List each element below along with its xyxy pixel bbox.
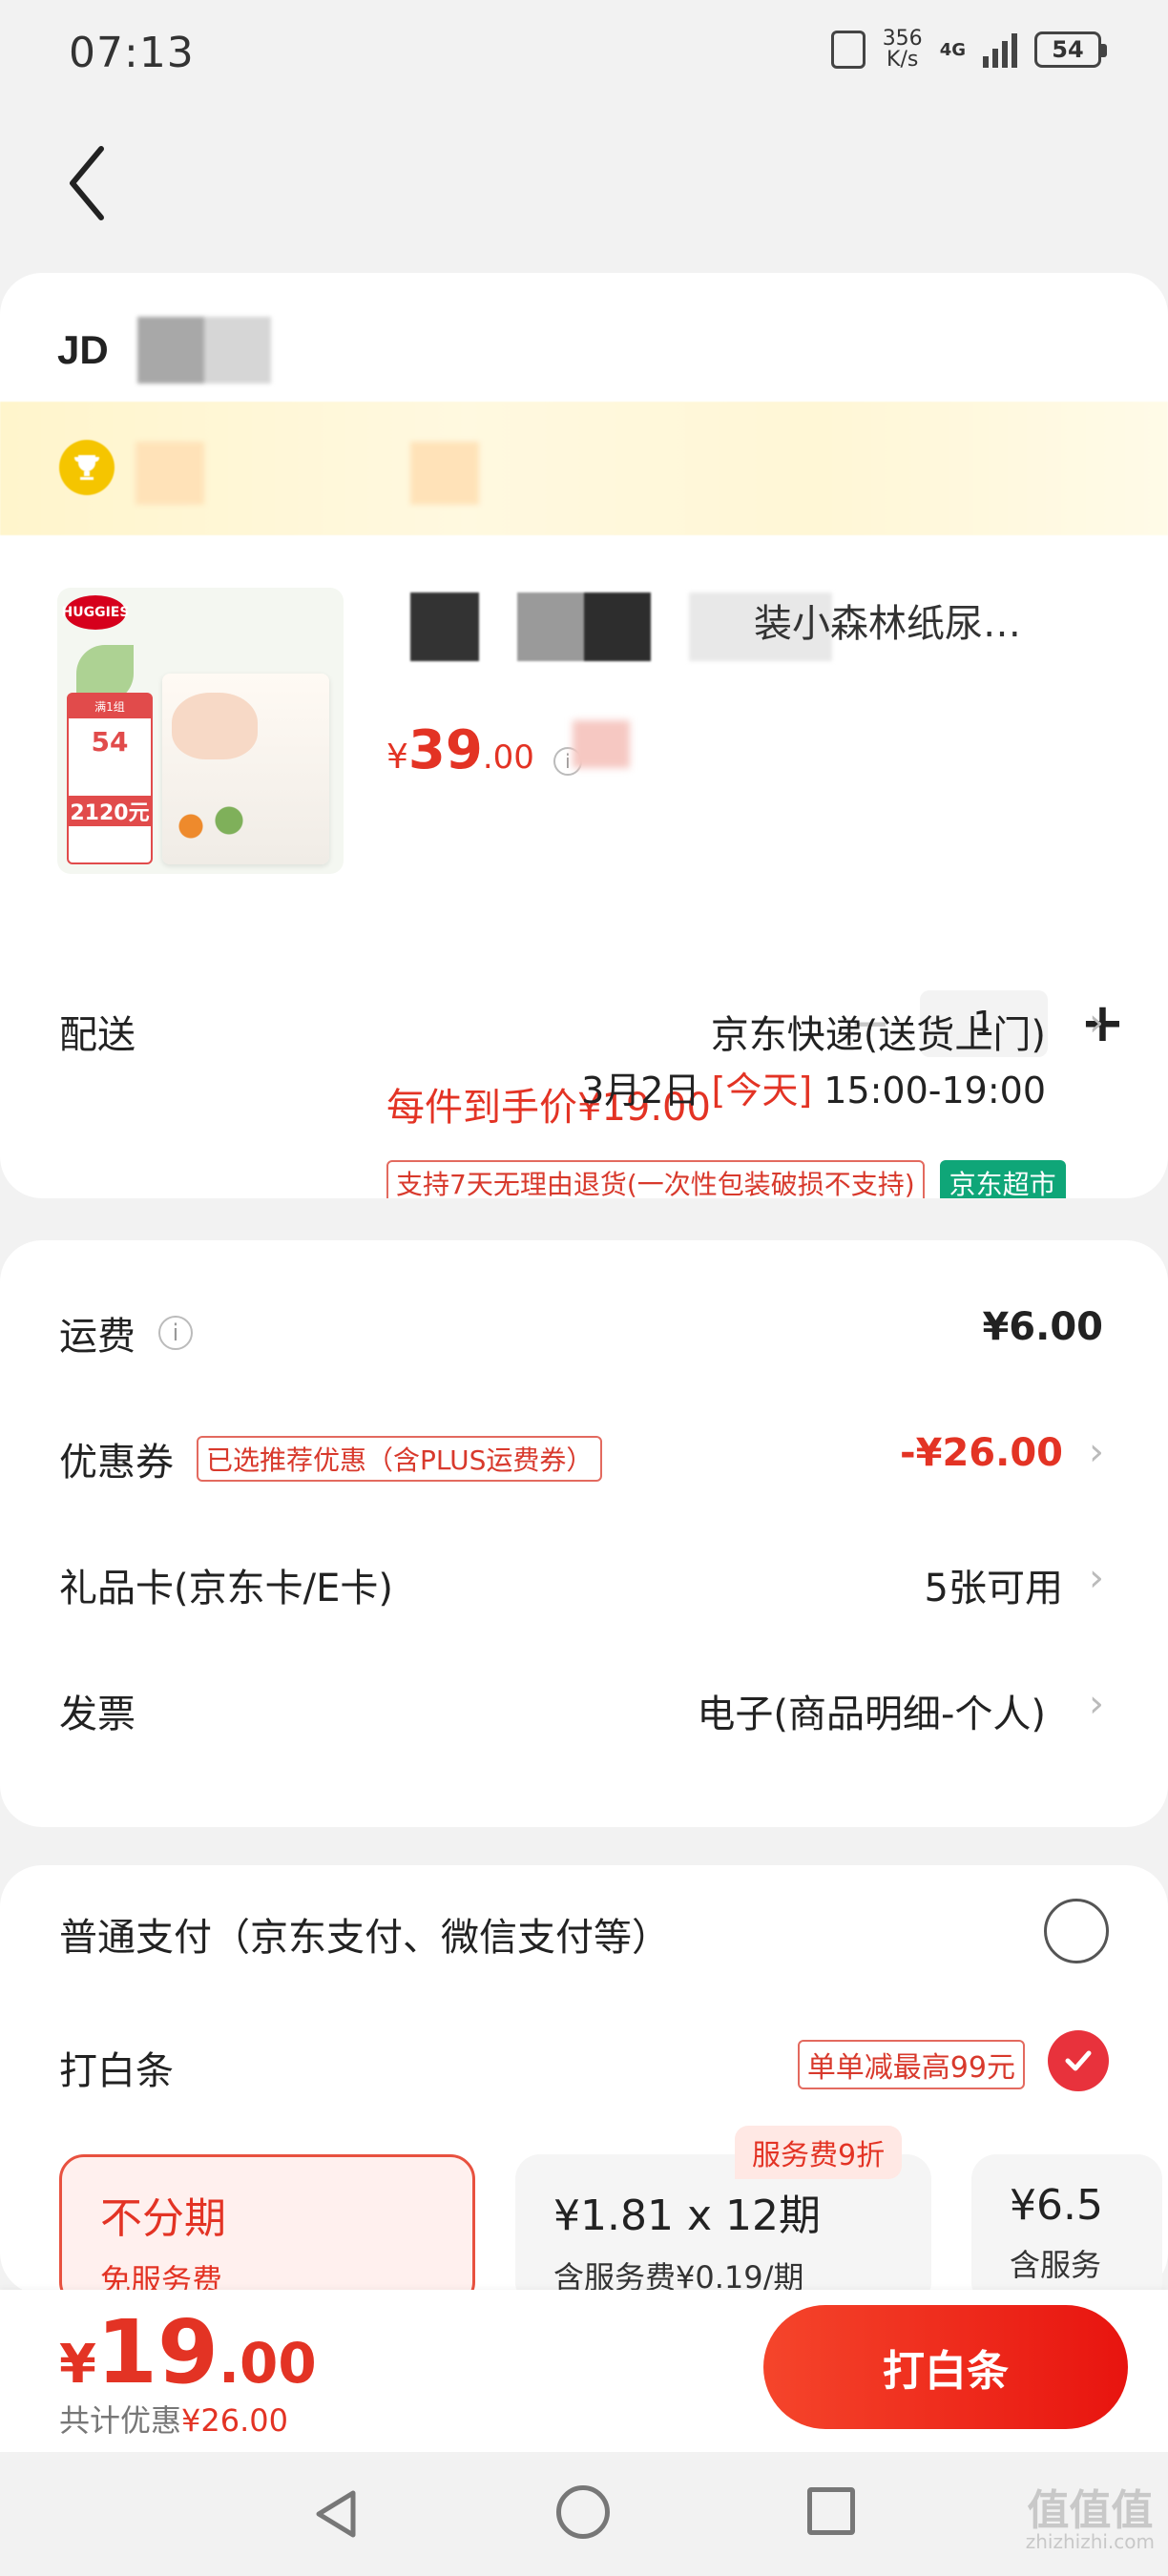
shipping-value: ¥6.00 (982, 1305, 1103, 1349)
watermark-logo: 值值值 (1027, 2486, 1154, 2535)
invoice-row[interactable]: 发票 电子(商品明细-个人) › (0, 1647, 1168, 1761)
product-title[interactable]: 装小森林纸尿… (754, 592, 1116, 648)
nav-header (0, 114, 1168, 253)
checkout-bar: ¥ 19 .00 共计优惠¥26.00 打白条 (0, 2290, 1168, 2452)
return-policy-tag: 支持7天无理由退货(一次性包装破损不支持) (386, 1160, 925, 1198)
network-type: 4G (939, 39, 966, 60)
coupon-label-group: 优惠券 已选推荐优惠（含PLUS运费券） (59, 1431, 603, 1486)
system-nav-bar (0, 2452, 1168, 2576)
promo-card-graphic: 满1组 54 2120元 (67, 693, 153, 864)
plan-more-installments[interactable]: ¥6.5 含服务 (971, 2154, 1162, 2307)
product-tags: 支持7天无理由退货(一次性包装破损不支持) 京东超市 (386, 1160, 1066, 1198)
store-logo: JD (57, 327, 109, 372)
plan-title: 不分期 (100, 2194, 226, 2243)
price-redacted (572, 720, 630, 768)
battery-icon: 54 (1034, 31, 1107, 68)
promo-text-redacted-2 (410, 442, 479, 505)
promo-banner[interactable] (0, 402, 1168, 535)
price-currency: ¥ (386, 737, 408, 777)
status-time: 07:13 (69, 29, 195, 77)
promo-text-redacted (136, 442, 204, 505)
coupon-tag: 已选推荐优惠（含PLUS运费券） (197, 1436, 603, 1482)
status-icons: 356 K/s 4G 54 (830, 29, 1107, 71)
jd-supermarket-tag: 京东超市 (939, 1160, 1066, 1198)
giftcard-label: 礼品卡(京东卡/E卡) (59, 1567, 393, 1610)
cost-summary-card: 运费 i ¥6.00 优惠券 已选推荐优惠（含PLUS运费券） -¥26.00 … (0, 1240, 1168, 1827)
baitiao-label[interactable]: 打白条 (59, 2040, 174, 2095)
back-arrow-icon[interactable] (59, 135, 116, 231)
system-home-icon[interactable] (556, 2485, 610, 2539)
chevron-right-icon: › (1089, 1682, 1104, 1726)
network-speed: 356 K/s (883, 29, 923, 71)
product-image[interactable]: HUGGIES 满1组 54 2120元 (57, 588, 344, 874)
coupon-label: 优惠券 (59, 1441, 174, 1485)
delivery-label: 配送 (59, 1013, 136, 1057)
savings-amount: ¥26.00 (181, 2402, 288, 2439)
plan-title: ¥6.5 (1010, 2181, 1103, 2230)
battery-level: 54 (1052, 36, 1084, 63)
system-back-icon[interactable] (307, 2485, 365, 2543)
product-price: ¥ 39 .00 i (386, 719, 630, 781)
watermark-url: zhizhizhi.com (1025, 2530, 1155, 2553)
total-savings: 共计优惠¥26.00 (59, 2397, 288, 2441)
chevron-right-icon: › (1089, 1001, 1104, 1045)
total-price: ¥ 19 .00 (59, 2301, 317, 2403)
shipping-fee-row: 运费 i ¥6.00 (0, 1269, 1168, 1383)
system-recents-icon[interactable] (807, 2487, 855, 2535)
order-item-card: JD HUGGIES 满1组 54 2120元 装小森林纸尿… ¥ 39 .00… (0, 273, 1168, 1198)
shipping-label-group: 运费 i (59, 1305, 193, 1361)
signal-icon (983, 31, 1017, 68)
total-integer: 19 (95, 2301, 219, 2403)
site-watermark: 值值值 zhizhizhi.com (1025, 2486, 1155, 2553)
normal-payment-radio[interactable] (1044, 1899, 1109, 1963)
delivery-today: [今天] (711, 1070, 813, 1111)
status-bar: 07:13 356 K/s 4G 54 (0, 0, 1168, 114)
price-decimal: .00 (482, 738, 534, 777)
flower-graphic (162, 798, 258, 855)
trophy-icon (59, 440, 115, 495)
total-currency: ¥ (59, 2334, 96, 2396)
net-speed-value: 356 (882, 27, 923, 51)
plan-no-installment[interactable]: 不分期 免服务费 (59, 2154, 475, 2307)
store-header[interactable]: JD (57, 317, 271, 384)
delivery-time-range: 15:00-19:00 (824, 1070, 1046, 1111)
baitiao-selected-check-icon[interactable] (1048, 2030, 1109, 2091)
baitiao-discount-tag: 单单减最高99元 (797, 2040, 1025, 2089)
service-fee-badge: 服务费9折 (735, 2126, 903, 2179)
baby-graphic (172, 693, 258, 759)
brand-logo: HUGGIES (62, 595, 129, 630)
vibrate-icon (830, 31, 866, 69)
savings-label: 共计优惠 (59, 2402, 182, 2439)
shipping-info-icon[interactable]: i (158, 1316, 193, 1350)
giftcard-row[interactable]: 礼品卡(京东卡/E卡) 5张可用 › (0, 1521, 1168, 1635)
coupon-row[interactable]: 优惠券 已选推荐优惠（含PLUS运费券） -¥26.00 › (0, 1395, 1168, 1509)
giftcard-value: 5张可用 (924, 1567, 1063, 1610)
delivery-method: 京东快递(送货上门) (710, 1013, 1046, 1057)
delivery-time: 3月2日 [今天] 15:00-19:00 (581, 1061, 1046, 1113)
invoice-value: 电子(商品明细-个人) (697, 1693, 1046, 1736)
coupon-value: -¥26.00 (900, 1431, 1063, 1475)
plan-title: ¥1.81 x 12期 (553, 2192, 821, 2240)
shipping-label: 运费 (59, 1315, 136, 1359)
invoice-label: 发票 (59, 1693, 136, 1736)
chevron-right-icon: › (1089, 1430, 1104, 1474)
store-name-redacted (136, 317, 271, 384)
chevron-right-icon: › (1089, 1556, 1104, 1600)
price-integer: 39 (407, 719, 483, 781)
promo-card-number: 54 (91, 726, 129, 758)
total-decimal: .00 (219, 2331, 317, 2396)
net-speed-unit: K/s (886, 48, 919, 72)
plan-subtitle: 含服务 (1010, 2247, 1102, 2283)
pay-button[interactable]: 打白条 (763, 2305, 1128, 2429)
promo-card-top: 满1组 (69, 695, 151, 718)
promo-card-bottom: 2120元 (69, 796, 151, 826)
normal-payment-label[interactable]: 普通支付（京东支付、微信支付等） (59, 1906, 670, 1962)
delivery-date: 3月2日 (581, 1070, 700, 1111)
